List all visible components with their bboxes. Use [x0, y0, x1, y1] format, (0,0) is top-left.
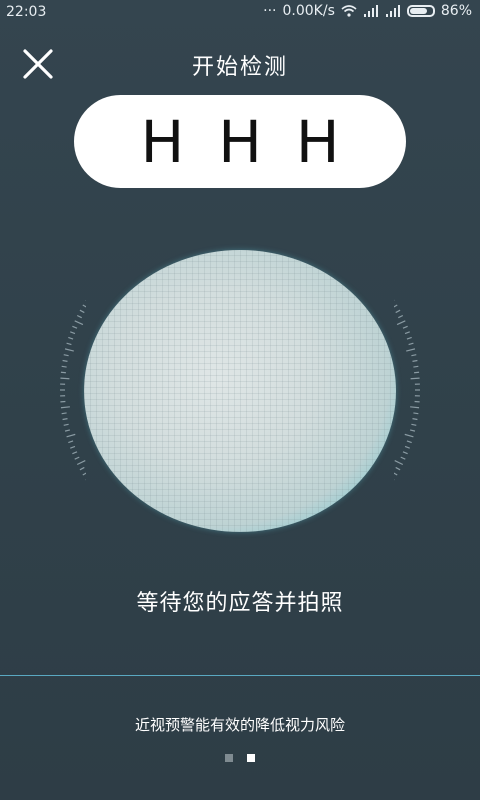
- scale-tick: [406, 440, 412, 444]
- test-letter: H: [218, 107, 262, 176]
- scale-tick: [82, 304, 86, 308]
- wifi-icon: [341, 5, 357, 17]
- scale-tick: [79, 309, 85, 314]
- scale-tick: [413, 412, 419, 415]
- scale-tick: [400, 456, 406, 460]
- page-dot-2[interactable]: [247, 754, 255, 762]
- scale-tick: [61, 365, 67, 368]
- scale-tick: [61, 412, 67, 415]
- cell-signal-2-icon: [385, 5, 400, 17]
- battery-level: 86%: [440, 3, 472, 19]
- test-letter: H: [295, 107, 340, 176]
- tip-text: 近视预警能有效的降低视力风险: [134, 716, 345, 734]
- scale-tick: [412, 418, 418, 421]
- scale-tick: [70, 331, 76, 335]
- scale-tick: [406, 348, 416, 352]
- dots-icon: ···: [263, 3, 277, 19]
- page-dot-1[interactable]: [225, 754, 233, 762]
- top-bar: 开始检测: [0, 40, 480, 84]
- scale-tick: [402, 451, 408, 455]
- network-speed: 0.00K/s: [282, 3, 335, 19]
- scale-tick: [64, 429, 71, 432]
- scale-tick: [62, 359, 68, 362]
- scale-tick: [395, 466, 401, 471]
- scale-tick: [414, 371, 420, 374]
- scale-tick: [412, 359, 418, 362]
- scale-tick: [68, 336, 74, 340]
- scale-tick: [394, 472, 398, 476]
- scale-tick: [64, 348, 74, 352]
- scale-tick: [404, 433, 414, 438]
- scale-tick: [410, 377, 420, 380]
- scale-tick: [395, 309, 401, 314]
- scale-tick: [72, 451, 78, 455]
- scale-tick: [82, 472, 86, 476]
- battery-icon: [406, 5, 435, 17]
- scale-tick: [411, 423, 417, 426]
- test-letter: H: [140, 107, 185, 176]
- cell-signal-icon: [363, 5, 378, 17]
- scale-tick: [63, 354, 69, 357]
- scale-tick: [394, 304, 398, 308]
- wait-message: 等待您的应答并拍照: [136, 591, 344, 616]
- scale-tick: [60, 371, 66, 374]
- scale-tick: [406, 336, 412, 340]
- scale-tick: [404, 445, 410, 449]
- scale-tick: [396, 320, 406, 326]
- camera-area: [40, 250, 440, 535]
- status-bar: 22:03 ··· 0.00K/s 86%: [0, 0, 480, 26]
- scale-tick: [63, 423, 69, 426]
- scale-tick: [79, 466, 85, 471]
- scale-tick: [402, 325, 408, 329]
- scale-tick: [74, 320, 84, 326]
- left-scale-ticks: [60, 299, 86, 481]
- status-indicators: ··· 0.00K/s 86%: [263, 3, 472, 19]
- scale-tick: [66, 342, 72, 346]
- page-title: 开始检测: [191, 55, 288, 80]
- screen: 22:03 ··· 0.00K/s 86% 开始检测 H H H 等待您的应答并…: [0, 0, 480, 800]
- scale-tick: [404, 331, 410, 335]
- page-indicator: [0, 754, 480, 762]
- scale-tick: [72, 325, 78, 329]
- scale-tick: [60, 406, 70, 409]
- camera-preview: [84, 250, 396, 532]
- status-time: 22:03: [6, 4, 47, 20]
- scale-tick: [76, 460, 86, 466]
- scale-tick: [411, 354, 417, 357]
- scale-tick: [68, 440, 74, 444]
- scale-tick: [76, 314, 82, 319]
- scale-tick: [408, 342, 414, 346]
- divider: [0, 675, 480, 676]
- scale-tick: [60, 377, 70, 380]
- scale-tick: [410, 406, 420, 409]
- scale-tick: [74, 456, 80, 460]
- scale-tick: [62, 418, 68, 421]
- scale-tick: [409, 429, 416, 432]
- scale-tick: [70, 445, 76, 449]
- right-scale-ticks: [394, 299, 420, 481]
- scale-tick: [413, 365, 419, 368]
- test-letters-panel: H H H: [74, 95, 406, 188]
- scale-tick: [66, 433, 76, 438]
- scale-tick: [398, 314, 404, 319]
- scale-tick: [394, 460, 404, 466]
